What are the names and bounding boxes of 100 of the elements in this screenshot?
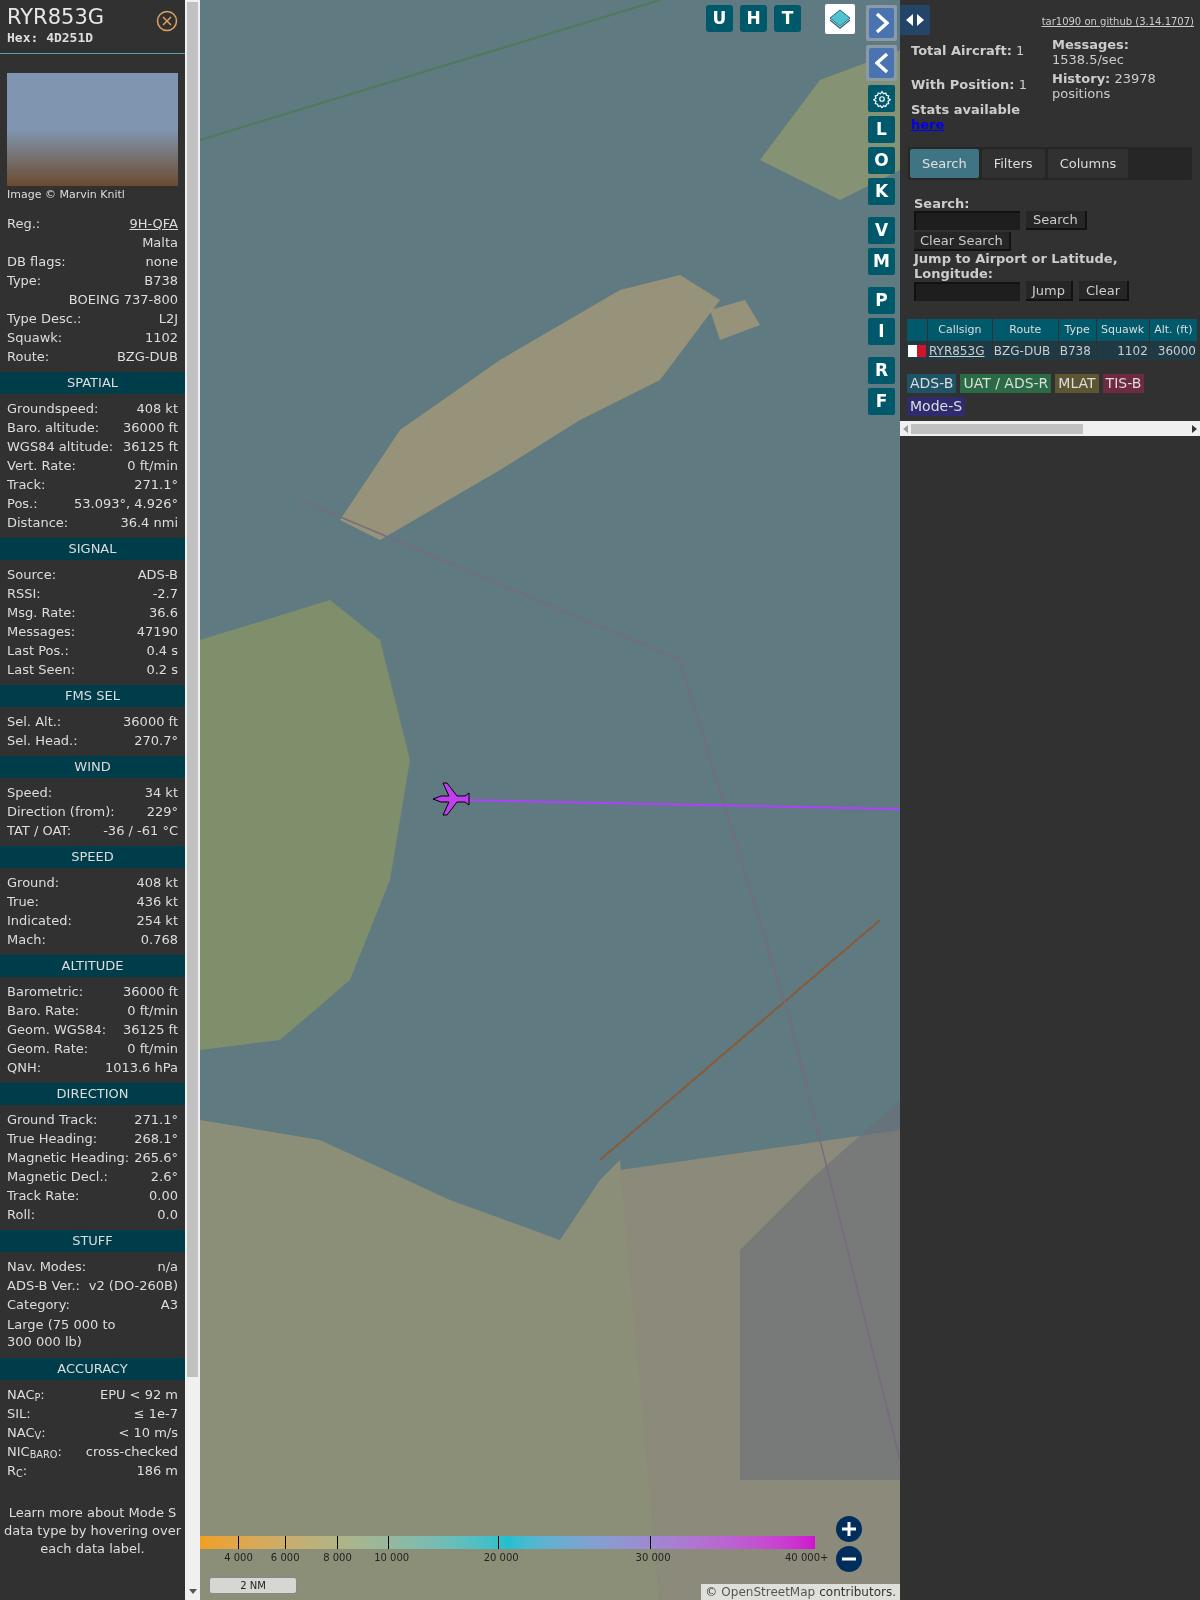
field-label: Speed: <box>7 784 53 802</box>
field-label: R$_{C}$: <box>7 1462 28 1480</box>
section-header: WIND <box>0 756 185 778</box>
field-value: 408 kt <box>136 400 178 418</box>
field-label: NAC$_{V}$: <box>7 1424 46 1442</box>
field-value: -36 / -61 °C <box>103 822 178 840</box>
column-header[interactable]: Alt. (ft) <box>1149 319 1197 341</box>
section-header: ACCURACY <box>0 1358 185 1380</box>
field-label: Reg.: <box>7 215 41 233</box>
next-button[interactable] <box>866 5 897 41</box>
map-view[interactable]: U H T L O K V M P I R F 4 000 6 000 8 000 10 000 20 000 30 000 40 000+ 2 NM © OpenStreetMap contributors. <box>200 0 900 1600</box>
field-label: Last Seen: <box>7 661 76 679</box>
aircraft-icon[interactable] <box>431 781 471 817</box>
panel-tab[interactable]: Search <box>910 149 979 178</box>
column-header[interactable]: Squawk <box>1096 319 1149 341</box>
section-header: STUFF <box>0 1230 185 1252</box>
left-right-arrows-icon <box>905 13 925 27</box>
field-value: L2J <box>158 310 178 328</box>
field-label: Source: <box>7 566 57 584</box>
previous-button[interactable] <box>866 45 897 81</box>
field-value: 36000 ft <box>123 419 178 437</box>
map-option-button[interactable]: R <box>868 357 895 384</box>
search-button[interactable]: Search <box>1026 211 1087 230</box>
settings-button[interactable] <box>868 85 895 112</box>
clear-search-button[interactable]: Clear Search <box>914 232 1011 251</box>
map-option-button[interactable]: K <box>868 178 895 205</box>
field-value: 53.093°, 4.926° <box>74 495 178 513</box>
country-flag-icon <box>908 345 926 357</box>
field-value: ADS-B <box>137 566 178 584</box>
openstreetmap-link[interactable]: OpenStreetMap <box>721 1584 816 1600</box>
vertical-scrollbar[interactable] <box>185 0 200 1600</box>
field-label: DB flags: <box>7 253 66 271</box>
source-type-tag: UAT / ADS-R <box>960 374 1052 393</box>
field-value: 436 kt <box>136 893 178 911</box>
altitude-legend-label: 4 000 <box>224 1552 253 1564</box>
field-label: RSSI: <box>7 585 41 603</box>
field-value: 36000 ft <box>123 983 178 1001</box>
field-value: 36000 ft <box>123 713 178 731</box>
horizontal-scrollbar[interactable] <box>900 421 1200 436</box>
field-label: NIC$_{BARO}$: <box>7 1443 62 1461</box>
field-value: ≤ 1e-7 <box>133 1405 178 1423</box>
panel-tab[interactable]: Filters <box>981 149 1045 178</box>
field-label: SIL: <box>7 1405 31 1423</box>
layers-button[interactable] <box>825 4 855 34</box>
field-label: Squawk: <box>7 329 63 347</box>
field-label: Pos.: <box>7 495 38 513</box>
map-option-button[interactable]: P <box>868 287 895 314</box>
map-toggle-button[interactable]: H <box>740 5 767 32</box>
field-value: 0.2 s <box>146 661 178 679</box>
field-label: Track: <box>7 476 46 494</box>
map-option-button[interactable]: F <box>868 388 895 415</box>
callsign-link[interactable]: RYR853G <box>928 342 992 360</box>
search-input-field[interactable] <box>914 211 1020 230</box>
field-value: 254 kt <box>136 912 178 930</box>
jump-button[interactable]: Jump <box>1026 281 1073 301</box>
field-label: TAT / OAT: <box>7 822 72 840</box>
field-label: Geom. Rate: <box>7 1040 89 1058</box>
field-label: Groundspeed: <box>7 400 99 418</box>
settings-icon <box>872 89 891 108</box>
field-label: Category: <box>7 1296 70 1314</box>
field-value: < 10 m/s <box>118 1424 178 1442</box>
minus-icon <box>841 1557 857 1561</box>
section-header: ALTITUDE <box>0 955 185 977</box>
registration-link[interactable]: 9H-QFA <box>129 214 178 233</box>
map-toggle-button[interactable]: T <box>774 5 801 32</box>
panel-toggle-button[interactable] <box>900 5 930 35</box>
panel-tab[interactable]: Columns <box>1047 149 1129 178</box>
column-header[interactable]: Route <box>992 319 1058 341</box>
map-option-button[interactable]: O <box>868 147 895 174</box>
field-value: 186 m <box>136 1462 178 1480</box>
scroll-down-arrow-icon[interactable] <box>188 1589 197 1594</box>
map-toggle-button[interactable]: U <box>706 5 733 32</box>
altitude-legend-label: 6 000 <box>270 1552 300 1564</box>
stat-text: Messages: 1538.5/sec <box>1052 37 1131 67</box>
field-value: 271.1° <box>134 476 178 494</box>
clear-button[interactable]: Clear <box>1079 281 1129 301</box>
map-option-button[interactable]: M <box>868 248 895 275</box>
map-option-button[interactable]: V <box>868 217 895 244</box>
table-cell: 36000 <box>1149 342 1197 360</box>
field-value: A3 <box>160 1296 178 1314</box>
github-link[interactable]: tar1090 on github (3.14.1707) <box>1041 14 1194 29</box>
column-header[interactable]: Callsign <box>928 319 992 341</box>
altitude-legend-label: 30 000 <box>635 1552 671 1564</box>
map-option-button[interactable]: L <box>868 116 895 143</box>
field-value: 408 kt <box>136 874 178 892</box>
field-value: 1102 <box>144 329 178 347</box>
column-header[interactable]: Type <box>1058 319 1096 341</box>
field-label: True: <box>7 893 39 911</box>
field-value: v2 (DO-260B) <box>88 1277 178 1295</box>
field-value: 0.4 s <box>146 642 178 660</box>
map-option-button[interactable]: I <box>868 318 895 345</box>
field-value: Malta <box>142 234 178 252</box>
jump-input-field[interactable] <box>914 281 1020 301</box>
layers-icon <box>829 9 851 29</box>
field-label: Direction (from): <box>7 803 115 821</box>
field-label: Roll: <box>7 1206 35 1224</box>
field-label: Magnetic Heading: <box>7 1149 130 1167</box>
scroll-right-arrow-icon[interactable] <box>1192 424 1197 433</box>
aircraft-callsign: RYR853G <box>7 4 105 30</box>
close-icon[interactable] <box>156 10 178 32</box>
